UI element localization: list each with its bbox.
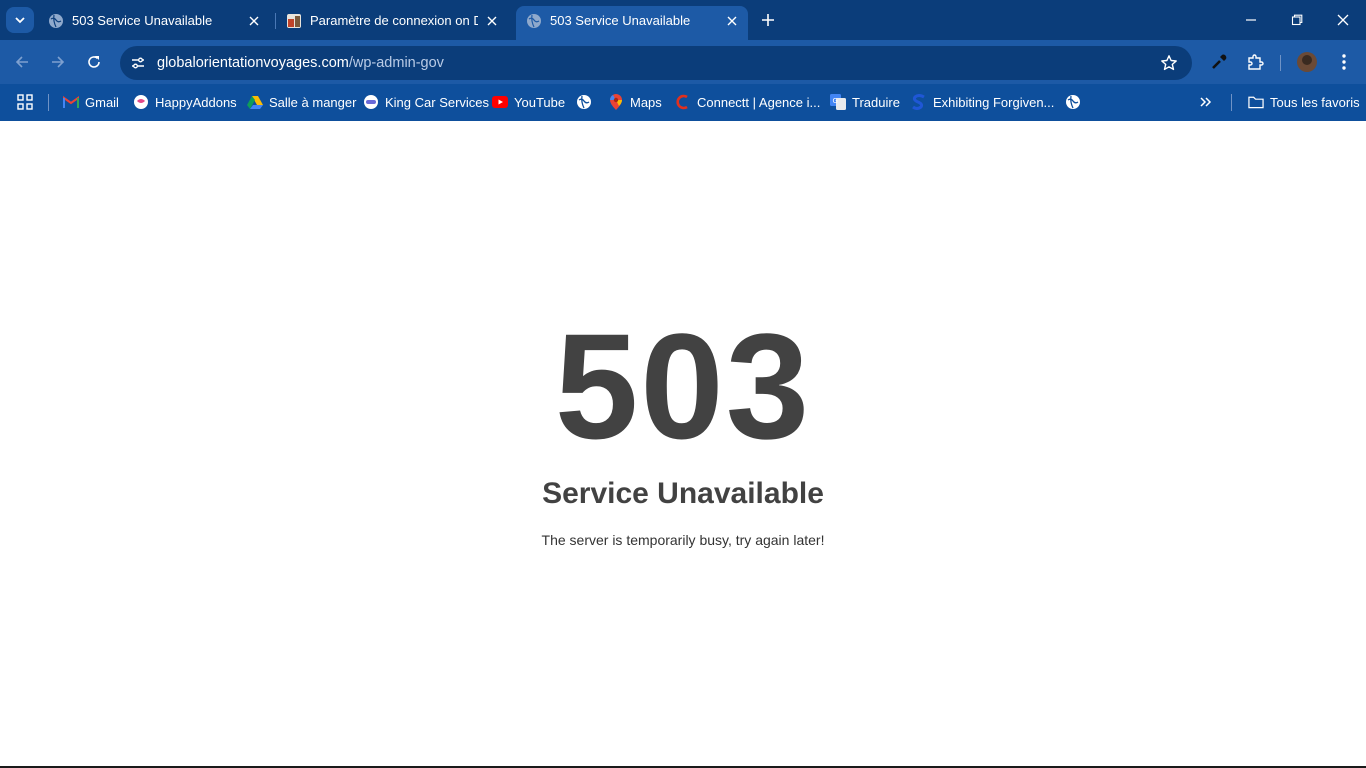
bookmark-label: HappyAddons — [155, 94, 237, 110]
bookmark-label: Salle à manger — [269, 94, 357, 110]
bookmark-globe-2[interactable] — [1065, 91, 1087, 113]
more-vert-icon — [1342, 54, 1346, 70]
globe-icon — [49, 14, 63, 28]
bookmark-happyaddons[interactable]: HappyAddons — [133, 91, 237, 113]
kingcar-icon — [363, 94, 379, 110]
bookmark-label: Maps — [630, 94, 662, 110]
s-icon — [911, 94, 927, 110]
bookmarks-separator — [1231, 94, 1232, 111]
tab-strip: 503 Service Unavailable Paramètre de con… — [0, 0, 1366, 40]
bookmark-label: YouTube — [514, 94, 566, 110]
bookmark-salle-a-manger[interactable]: Salle à manger — [247, 91, 356, 113]
minimize-icon — [1246, 19, 1256, 21]
bookmark-globe[interactable] — [576, 91, 598, 113]
browser-chrome: 503 Service Unavailable Paramètre de con… — [0, 0, 1366, 121]
translate-icon: G — [830, 94, 846, 110]
close-icon — [1337, 14, 1349, 26]
bookmark-youtube[interactable]: YouTube — [492, 91, 565, 113]
apps-button[interactable] — [16, 91, 34, 113]
youtube-icon — [492, 94, 508, 110]
new-tab-button[interactable] — [756, 8, 780, 32]
bookmark-exhibiting-forgiveness[interactable]: Exhibiting Forgiven... — [911, 91, 1054, 113]
arrow-left-icon — [15, 56, 28, 68]
tab-title: Paramètre de connexion on DEF — [310, 13, 478, 28]
url-host: globalorientationvoyages.com — [157, 55, 349, 71]
tab-title: 503 Service Unavailable — [550, 13, 691, 28]
maps-icon — [608, 94, 624, 110]
tab-search-button[interactable] — [6, 7, 34, 33]
eyedropper-extension-button[interactable] — [1207, 50, 1231, 74]
bookmark-label: Gmail — [85, 94, 119, 110]
error-code: 503 — [554, 302, 812, 470]
site-info-button[interactable] — [126, 51, 150, 75]
plus-icon — [762, 14, 774, 26]
close-icon[interactable] — [244, 11, 264, 31]
tune-icon — [132, 57, 144, 69]
bookmark-label: King Car Services — [385, 94, 490, 110]
double-chevron-right-icon — [1200, 97, 1212, 107]
forward-button[interactable] — [44, 48, 72, 76]
reload-icon — [88, 56, 100, 68]
tab-title: 503 Service Unavailable — [72, 13, 213, 28]
profile-avatar[interactable] — [1297, 52, 1317, 72]
puzzle-icon — [1248, 54, 1264, 70]
arrow-right-icon — [52, 56, 65, 68]
globe-icon — [527, 14, 541, 28]
eyedropper-icon — [1212, 54, 1227, 69]
drive-icon — [247, 94, 263, 110]
reload-button[interactable] — [80, 48, 108, 76]
close-icon[interactable] — [482, 11, 502, 31]
tab-3-active[interactable]: 503 Service Unavailable — [516, 6, 748, 40]
tab-1[interactable]: 503 Service Unavailable — [38, 6, 270, 40]
bookmark-traduire[interactable]: G Traduire — [830, 91, 900, 113]
extensions-button[interactable] — [1243, 50, 1267, 74]
folder-icon — [1248, 94, 1264, 110]
bookmark-label: Exhibiting Forgiven... — [933, 94, 1055, 110]
apps-grid-icon — [17, 94, 33, 110]
bookmark-king-car-services[interactable]: King Car Services — [363, 91, 489, 113]
all-bookmarks-label: Tous les favoris — [1270, 94, 1360, 110]
tab-2[interactable]: Paramètre de connexion on DEF — [276, 6, 508, 40]
close-window-button[interactable] — [1320, 0, 1366, 40]
happyaddons-icon — [133, 94, 149, 110]
bookmark-label: Traduire — [852, 94, 900, 110]
toolbar-separator — [1280, 55, 1281, 71]
chevron-down-icon — [15, 17, 25, 24]
close-icon[interactable] — [722, 11, 742, 31]
globe-icon — [576, 94, 592, 110]
bookmark-maps[interactable]: Maps — [608, 91, 662, 113]
connectt-icon — [675, 94, 691, 110]
bookmark-gmail[interactable]: Gmail — [63, 91, 119, 113]
bookmarks-bar: Gmail HappyAddons Salle à manger King Ca… — [0, 84, 1366, 121]
url-text[interactable]: globalorientationvoyages.com/wp-admin-go… — [157, 55, 444, 71]
site-favicon-icon — [287, 14, 301, 28]
svg-text:G: G — [833, 97, 838, 105]
globe-icon — [1065, 94, 1081, 110]
minimize-button[interactable] — [1228, 0, 1274, 40]
restore-button[interactable] — [1274, 0, 1320, 40]
bookmark-label: Connectt | Agence i... — [697, 94, 821, 110]
error-message: The server is temporarily busy, try agai… — [541, 532, 825, 548]
page-content: 503 Service Unavailable The server is te… — [0, 121, 1366, 766]
bookmarks-separator — [48, 94, 49, 111]
url-path: /wp-admin-gov — [348, 55, 444, 71]
restore-icon — [1291, 14, 1303, 26]
toolbar: globalorientationvoyages.com/wp-admin-go… — [0, 40, 1366, 84]
all-bookmarks-button[interactable]: Tous les favoris — [1248, 91, 1360, 113]
gmail-icon — [63, 94, 79, 110]
bookmark-connectt[interactable]: Connectt | Agence i... — [675, 91, 820, 113]
bookmark-star-icon[interactable] — [1160, 54, 1178, 72]
error-heading: Service Unavailable — [542, 477, 824, 510]
back-button[interactable] — [8, 48, 36, 76]
menu-button[interactable] — [1332, 50, 1356, 74]
more-bookmarks-button[interactable] — [1199, 91, 1213, 113]
address-bar[interactable]: globalorientationvoyages.com/wp-admin-go… — [120, 46, 1192, 80]
